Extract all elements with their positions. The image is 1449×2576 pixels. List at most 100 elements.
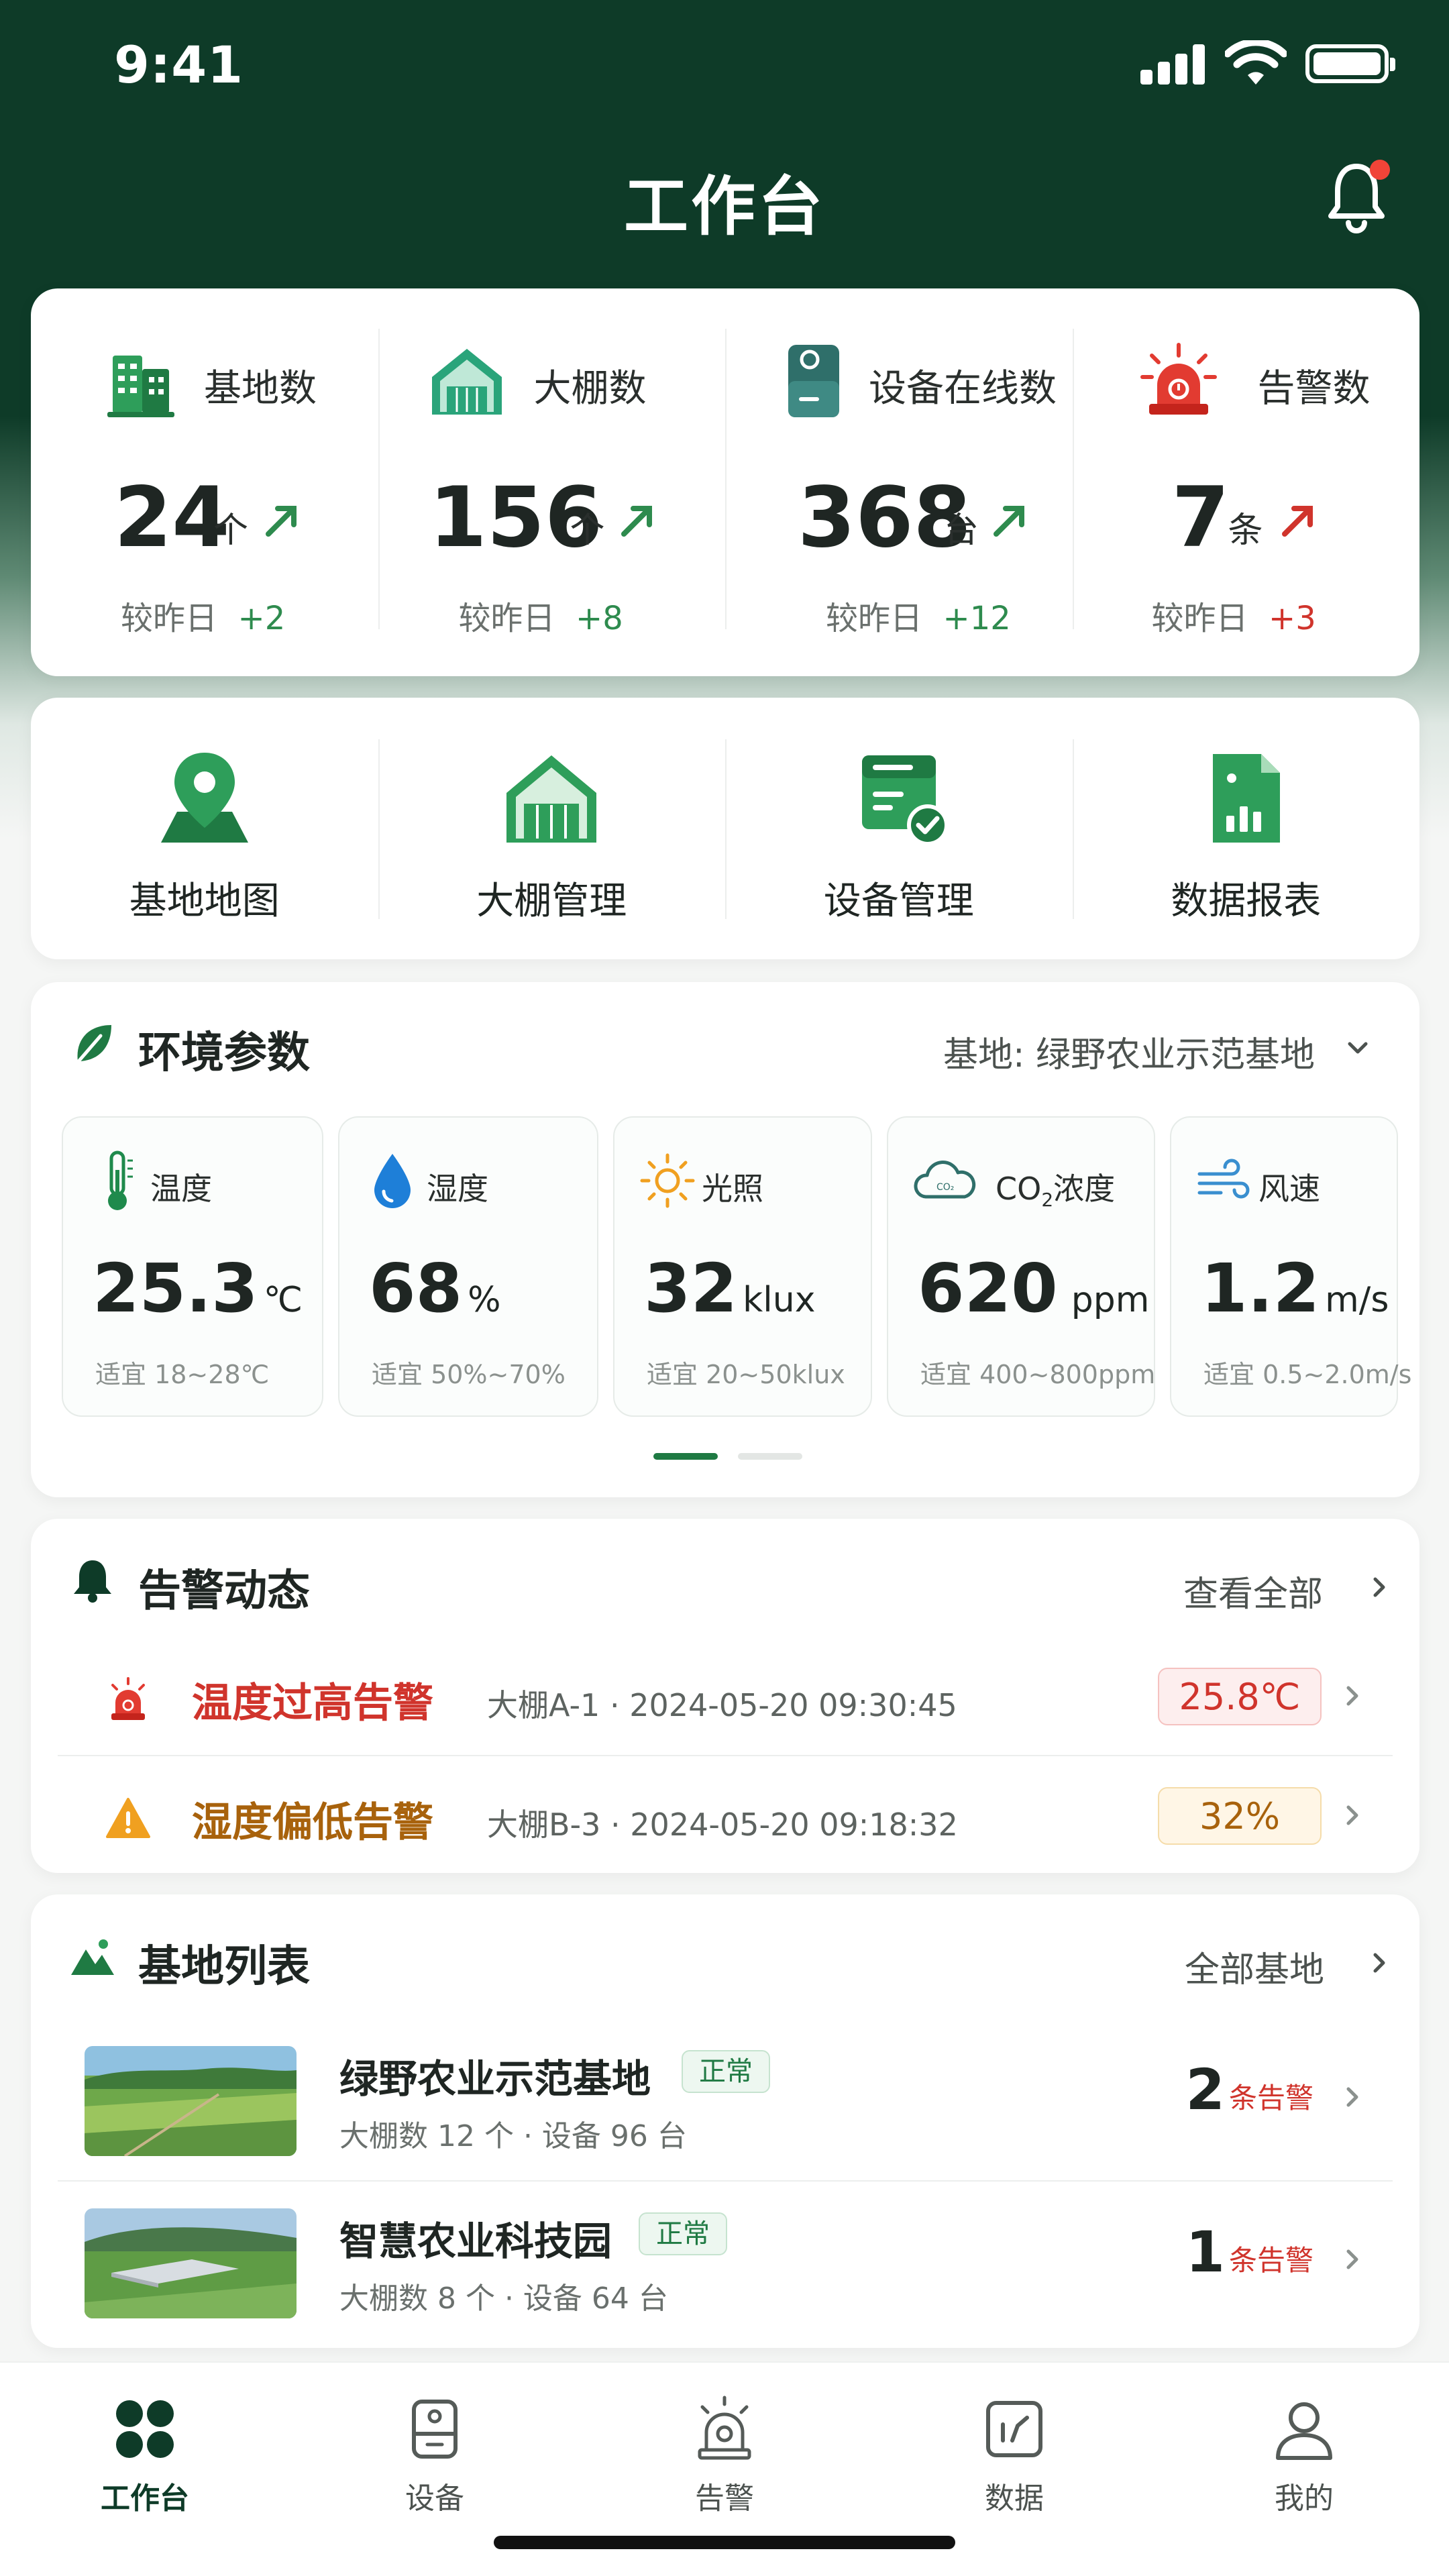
wifi-icon — [1225, 40, 1287, 85]
stat-label: 设备在线数 — [869, 367, 1057, 411]
stat-label: 大棚数 — [533, 367, 647, 411]
siren-icon — [111, 1677, 145, 1720]
notification-dot — [1370, 160, 1390, 180]
env-tile-co2[interactable]: CO₂ CO2浓度 620 ppm 适宜 400~800ppm — [887, 1116, 1155, 1417]
stat-compare: 较昨日 +8 — [458, 600, 623, 637]
stat-label: 告警数 — [1257, 367, 1371, 411]
env-value: 68% — [369, 1249, 501, 1328]
stat-value: 7 — [1171, 470, 1230, 566]
stat-bases[interactable]: 基地数 24 个 较昨日 +2 — [31, 288, 378, 676]
cloud-co2-icon: CO₂ — [914, 1161, 976, 1199]
stat-alarms[interactable]: 告警数 7 条 较昨日 +3 — [1072, 288, 1420, 676]
alert-row[interactable]: 湿度偏低告警 大棚B-3 · 2024-05-20 09:18:32 32% — [58, 1755, 1393, 1873]
stat-label: 基地数 — [204, 367, 317, 411]
tab-label: 设备 — [405, 2481, 464, 2516]
home-indicator — [494, 2536, 955, 2549]
alert-title: 湿度偏低告警 — [192, 1799, 433, 1846]
section-title: 告警动态 — [138, 1566, 310, 1616]
quick-action-data-report[interactable]: 数据报表 — [1072, 698, 1420, 959]
env-tile-temperature[interactable]: 温度 25.3 ℃ 适宜 18~28℃ — [62, 1116, 323, 1417]
base-meta: 大棚数 8 个 · 设备 64 台 — [339, 2282, 668, 2316]
status-time: 9:41 — [114, 35, 244, 95]
greenhouse-icon — [431, 349, 502, 415]
alarm-count: 2 — [1185, 2057, 1225, 2123]
tab-label: 数据 — [985, 2481, 1044, 2516]
quick-action-base-map[interactable]: 基地地图 — [31, 698, 378, 959]
alarm-count-label: 条告警 — [1228, 2244, 1313, 2277]
stat-unit: 台 — [944, 511, 979, 551]
env-range: 适宜 0.5~2.0m/s — [1203, 1360, 1412, 1389]
status-bar: 9:41 — [0, 0, 1449, 134]
stat-devices-online[interactable]: 设备在线数 368 台 较昨日 +12 — [725, 288, 1073, 676]
buildings-icon — [107, 356, 174, 417]
env-value: 620 ppm — [918, 1249, 1150, 1328]
quick-action-label: 基地地图 — [129, 879, 280, 923]
trend-up-icon — [994, 506, 1024, 537]
env-range: 适宜 18~28℃ — [95, 1360, 270, 1389]
section-title: 环境参数 — [138, 1028, 310, 1078]
tab-label: 我的 — [1275, 2481, 1334, 2516]
env-range: 适宜 50%~70% — [372, 1360, 566, 1389]
trend-up-icon — [1281, 506, 1313, 537]
quick-actions-card: 基地地图 大棚管理 设备管理 数据报表 — [31, 698, 1419, 959]
environment-card: 环境参数 基地: 绿野农业示范基地 温度 25.3 ℃ 适宜 18~28℃ 湿度 … — [31, 982, 1419, 1497]
section-title: 基地列表 — [138, 1942, 310, 1992]
quick-action-greenhouse-management[interactable]: 大棚管理 — [378, 698, 726, 959]
env-tile-wind[interactable]: 风速 1.2 m/s 适宜 0.5~2.0m/s — [1170, 1116, 1411, 1417]
sun-icon — [640, 1153, 695, 1208]
stat-unit: 个 — [570, 511, 605, 551]
alert-value-badge: 25.8℃ — [1158, 1668, 1322, 1725]
droplet-icon — [374, 1154, 411, 1208]
quick-action-label: 数据报表 — [1171, 879, 1322, 923]
chevron-right-icon — [1346, 2087, 1358, 2107]
chevron-down-icon — [1348, 1042, 1368, 1054]
env-label: 风速 — [1258, 1171, 1320, 1207]
grid-icon — [116, 2400, 174, 2458]
stat-greenhouses[interactable]: 大棚数 156 个 较昨日 +8 — [378, 288, 726, 676]
leaf-icon — [73, 1025, 111, 1067]
quick-action-device-management[interactable]: 设备管理 — [725, 698, 1073, 959]
page-dot-active — [653, 1453, 718, 1460]
base-meta: 大棚数 12 个 · 设备 96 台 — [339, 2119, 687, 2153]
chevron-right-icon — [1373, 1577, 1385, 1597]
stat-value: 24 — [114, 470, 230, 566]
tab-mine[interactable]: 我的 — [1159, 2363, 1449, 2576]
tab-label: 工作台 — [101, 2481, 189, 2516]
tab-workbench[interactable]: 工作台 — [0, 2363, 290, 2576]
stats-card: 基地数 24 个 较昨日 +2 大棚数 156 个 较昨日 +8 设备在线数 3… — [31, 288, 1419, 676]
greenhouse-icon — [506, 755, 597, 843]
env-tile-humidity[interactable]: 湿度 68% 适宜 50%~70% — [338, 1116, 598, 1417]
base-row[interactable]: 绿野农业示范基地 正常 大棚数 12 个 · 设备 96 台 2 条告警 — [58, 2019, 1393, 2180]
base-list-card: 基地列表 全部基地 绿野农业示范基地 正常 大棚数 12 个 · 设备 96 台… — [31, 1894, 1419, 2348]
thermometer-icon — [108, 1150, 133, 1210]
base-row[interactable]: 智慧农业科技园 正常 大棚数 8 个 · 设备 64 台 1 条告警 — [58, 2180, 1393, 2341]
device-icon — [788, 345, 839, 417]
alert-title: 温度过高告警 — [192, 1680, 433, 1727]
wind-icon — [1197, 1159, 1250, 1199]
env-range: 适宜 400~800ppm — [920, 1360, 1156, 1389]
device-check-icon — [861, 755, 949, 846]
page-dot — [738, 1453, 802, 1460]
env-tiles[interactable]: 温度 25.3 ℃ 适宜 18~28℃ 湿度 68% 适宜 50%~70% 光照 … — [62, 1116, 1411, 1417]
alert-row[interactable]: 温度过高告警 大棚A-1 · 2024-05-20 09:30:45 25.8℃ — [58, 1637, 1393, 1755]
alarm-icon — [698, 2396, 751, 2460]
base-selector-label: 基地: 绿野农业示范基地 — [943, 1035, 1316, 1075]
env-value: 1.2 m/s — [1201, 1249, 1389, 1328]
alert-meta: 大棚A-1 · 2024-05-20 09:30:45 — [487, 1687, 957, 1723]
env-value: 32 klux — [644, 1249, 816, 1328]
chevron-right-icon — [1346, 1805, 1358, 1825]
user-icon — [1276, 2402, 1332, 2460]
stat-compare: 较昨日 +3 — [1151, 600, 1316, 637]
map-pin-icon — [160, 753, 248, 843]
quick-action-label: 大棚管理 — [476, 879, 627, 923]
base-name: 智慧农业科技园 — [339, 2218, 612, 2264]
battery-icon — [1305, 44, 1395, 83]
alarm-count: 1 — [1185, 2219, 1225, 2285]
stat-compare: 较昨日 +2 — [121, 600, 286, 637]
svg-text:CO₂: CO₂ — [936, 1182, 954, 1193]
mountain-icon — [71, 1939, 114, 1975]
notification-bell-button[interactable] — [1326, 160, 1390, 233]
chart-icon — [986, 2401, 1042, 2457]
signal-icon — [1140, 44, 1208, 85]
env-tile-light[interactable]: 光照 32 klux 适宜 20~50klux — [613, 1116, 872, 1417]
